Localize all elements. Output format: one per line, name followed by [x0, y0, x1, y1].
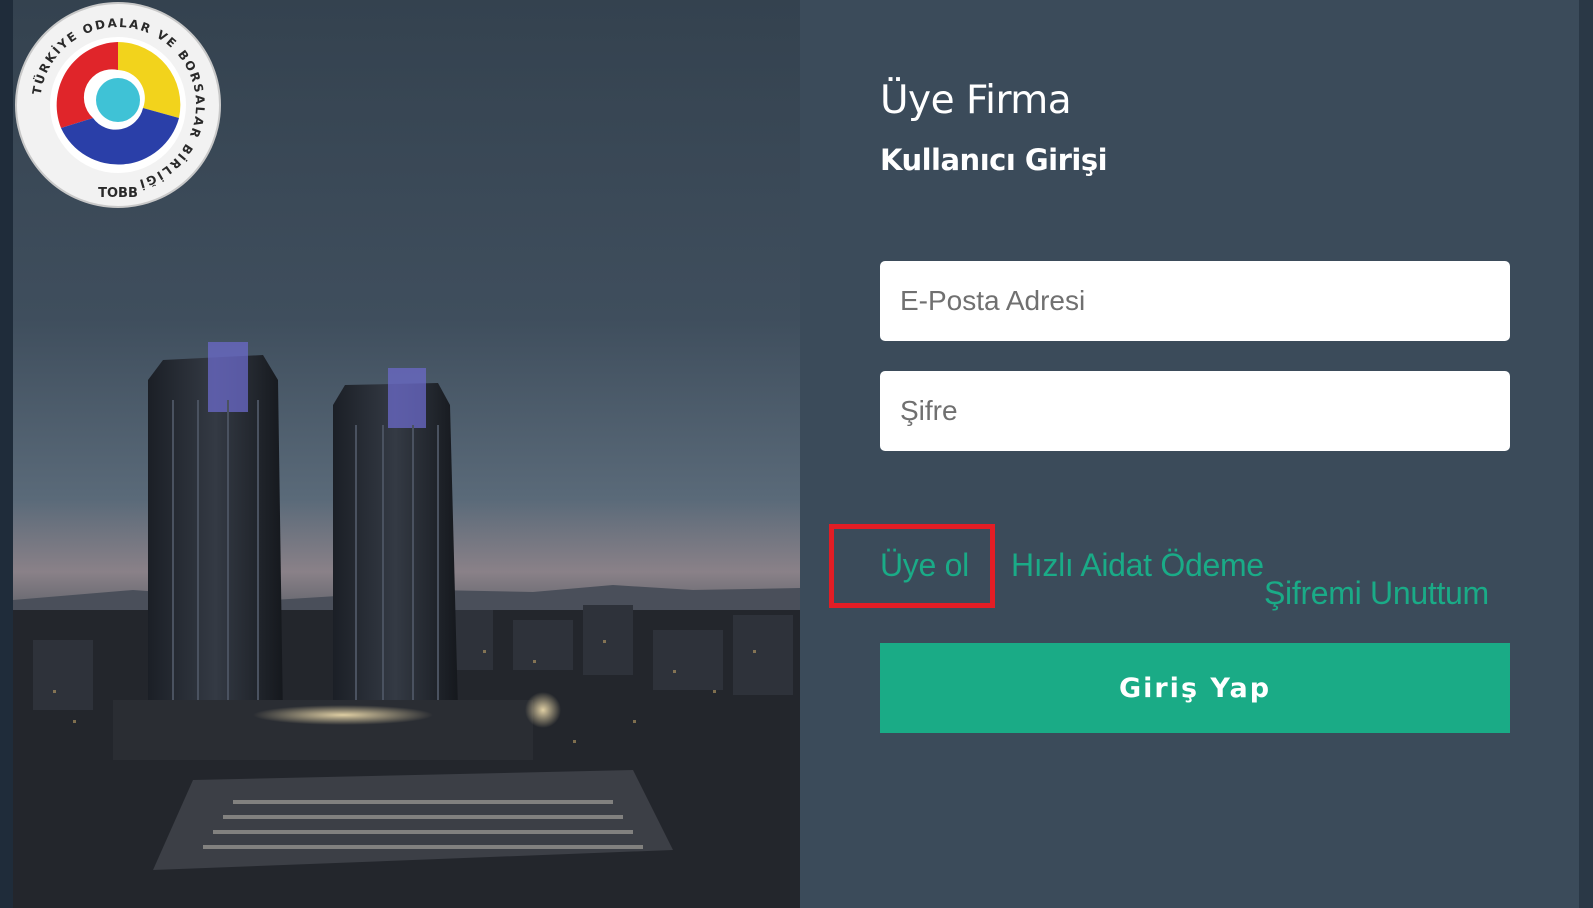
forgot-password-link[interactable]: Şifremi Unuttum — [1264, 575, 1489, 612]
quick-payment-link[interactable]: Hızlı Aidat Ödeme — [1011, 547, 1264, 584]
right-edge — [1579, 0, 1593, 908]
page-subtitle: Kullanıcı Girişi — [880, 143, 1108, 177]
email-field[interactable] — [880, 261, 1510, 341]
login-window: TÜRKİYE ODALAR VE BORSALAR BİRLİĞİ TOBB … — [0, 0, 1593, 908]
login-button[interactable]: Giriş Yap — [880, 643, 1510, 733]
login-panel: Üye Firma Kullanıcı Girişi Üye ol Hızlı … — [800, 0, 1579, 908]
page-title: Üye Firma — [880, 78, 1072, 123]
svg-text:TOBB: TOBB — [98, 186, 138, 201]
register-link[interactable]: Üye ol — [880, 547, 969, 584]
password-field[interactable] — [880, 371, 1510, 451]
tobb-logo: TÜRKİYE ODALAR VE BORSALAR BİRLİĞİ TOBB — [15, 2, 221, 208]
city-photo-panel: TÜRKİYE ODALAR VE BORSALAR BİRLİĞİ TOBB — [13, 0, 800, 908]
left-edge — [0, 0, 13, 908]
